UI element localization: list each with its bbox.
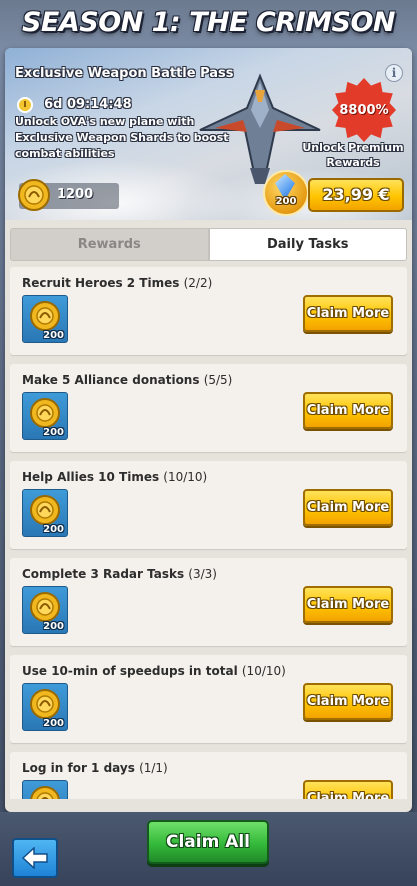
task-progress: (2/2) — [183, 276, 213, 290]
reward-item[interactable]: 200 — [22, 780, 68, 799]
task-progress: (10/10) — [163, 470, 208, 484]
purchase-button[interactable]: 23,99 € — [308, 178, 404, 212]
token-icon — [30, 689, 60, 719]
reward-item[interactable]: 200 — [22, 586, 68, 634]
token-icon — [30, 398, 60, 428]
reward-quantity: 200 — [43, 718, 64, 729]
reward-quantity: 200 — [43, 621, 64, 632]
reward-item[interactable]: 200 — [22, 295, 68, 343]
task-card: Recruit Heroes 2 Times (2/2) 200 Claim M… — [10, 267, 407, 355]
back-button[interactable] — [12, 838, 58, 878]
task-title: Log in for 1 days (1/1) — [22, 761, 168, 775]
token-icon — [30, 301, 60, 331]
task-card: Use 10-min of speedups in total (10/10) … — [10, 655, 407, 743]
reward-item[interactable]: 200 — [22, 392, 68, 440]
clock-icon — [17, 96, 33, 113]
tab-rewards[interactable]: Rewards — [10, 228, 209, 261]
claim-more-button[interactable]: Claim More — [303, 683, 393, 720]
token-icon — [30, 495, 60, 525]
task-title: Use 10-min of speedups in total (10/10) — [22, 664, 286, 678]
timer-text: 6d 09:14:48 — [44, 97, 132, 112]
reward-item[interactable]: 200 — [22, 683, 68, 731]
task-name: Use 10-min of speedups in total — [22, 664, 238, 678]
claim-more-button[interactable]: Claim More — [303, 489, 393, 526]
task-progress: (1/1) — [139, 761, 168, 775]
percent-text: 8800% — [339, 102, 389, 118]
claim-more-button[interactable]: Claim More — [303, 780, 393, 799]
back-arrow-icon — [21, 847, 48, 869]
banner-description: Unlock OVA's new plane with Exclusive We… — [15, 115, 229, 160]
task-progress: (10/10) — [241, 664, 286, 678]
task-name: Complete 3 Radar Tasks — [22, 567, 185, 581]
claim-more-button[interactable]: Claim More — [303, 295, 393, 332]
tab-daily-tasks[interactable]: Daily Tasks — [208, 228, 407, 261]
task-progress: (3/3) — [188, 567, 217, 581]
task-name: Recruit Heroes 2 Times — [22, 276, 180, 290]
task-card: Complete 3 Radar Tasks (3/3) 200 Claim M… — [10, 558, 407, 646]
task-title: Recruit Heroes 2 Times (2/2) — [22, 276, 212, 290]
task-progress: (5/5) — [203, 373, 233, 387]
task-card: Help Allies 10 Times (10/10) 200 Claim M… — [10, 461, 407, 549]
reward-item[interactable]: 200 — [22, 489, 68, 537]
gem-count: 200 — [275, 196, 297, 207]
task-title: Help Allies 10 Times (10/10) — [22, 470, 207, 484]
reward-quantity: 200 — [43, 330, 64, 341]
tab-bar: Rewards Daily Tasks — [10, 228, 407, 261]
claim-more-button[interactable]: Claim More — [303, 586, 393, 623]
countdown-timer: 6d 09:14:48 — [17, 94, 132, 113]
info-icon[interactable]: i — [385, 64, 403, 82]
task-title: Complete 3 Radar Tasks (3/3) — [22, 567, 217, 581]
value-percent-badge: 8800% — [332, 78, 396, 142]
claim-more-button[interactable]: Claim More — [303, 392, 393, 429]
token-icon — [30, 592, 60, 622]
task-card: Make 5 Alliance donations (5/5) 200 Clai… — [10, 364, 407, 452]
task-title: Make 5 Alliance donations (5/5) — [22, 373, 232, 387]
reward-quantity: 200 — [43, 427, 64, 438]
daily-task-list[interactable]: Recruit Heroes 2 Times (2/2) 200 Claim M… — [10, 267, 407, 799]
task-card: Log in for 1 days (1/1) 200 Claim More — [10, 752, 407, 799]
reward-quantity: 200 — [43, 524, 64, 535]
task-name: Log in for 1 days — [22, 761, 135, 775]
claim-all-button[interactable]: Claim All — [147, 820, 269, 864]
points-value: 1200 — [57, 187, 94, 202]
battle-pass-panel: Exclusive Weapon Battle Pass i 6d 09:14:… — [5, 48, 412, 812]
battle-pass-token-icon — [18, 179, 50, 211]
unlock-premium-label: Unlock Premium Rewards — [302, 141, 404, 169]
banner-title: Exclusive Weapon Battle Pass — [15, 66, 234, 81]
task-name: Make 5 Alliance donations — [22, 373, 200, 387]
task-name: Help Allies 10 Times — [22, 470, 160, 484]
token-icon — [30, 786, 60, 799]
season-title: SEASON 1: THE CRIMSON PLAGUE — [0, 0, 417, 84]
battle-pass-banner: Exclusive Weapon Battle Pass i 6d 09:14:… — [5, 48, 412, 220]
